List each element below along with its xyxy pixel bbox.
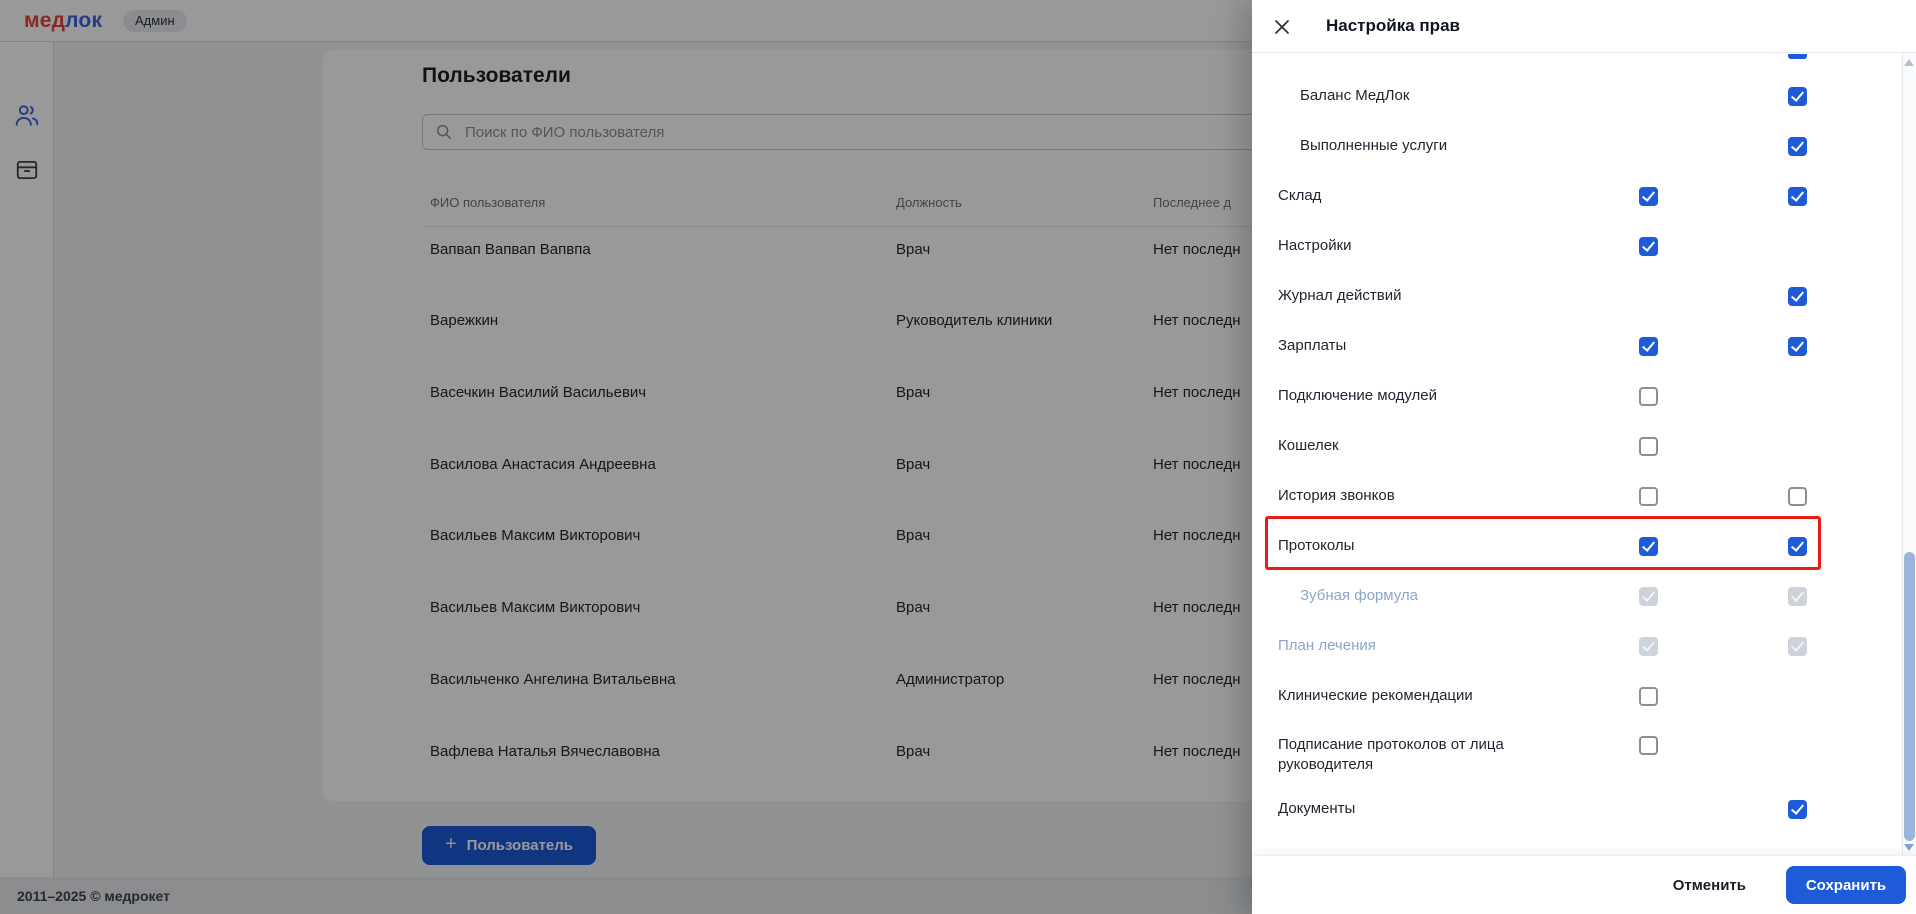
permission-checkbox-col1[interactable] <box>1638 386 1658 406</box>
permission-checkbox-col1[interactable] <box>1638 186 1658 206</box>
permission-checkbox-col2[interactable] <box>1787 336 1807 356</box>
permission-label: Подключение модулей <box>1278 387 1438 404</box>
permission-label: Склад <box>1278 187 1322 204</box>
permission-label: Документы <box>1278 800 1356 817</box>
permission-checkbox-col1[interactable] <box>1638 686 1658 706</box>
permission-checkbox-col2[interactable] <box>1787 186 1807 206</box>
permission-label: План лечения <box>1278 637 1376 654</box>
permission-checkbox-col2[interactable] <box>1787 286 1807 306</box>
permission-checkbox-col2[interactable] <box>1787 136 1807 156</box>
permission-label: Протоколы <box>1278 537 1355 554</box>
permission-checkbox-col1 <box>1638 636 1658 656</box>
permission-label: Зарплаты <box>1278 337 1347 354</box>
permission-label: Настройки <box>1278 237 1352 254</box>
modal-scrollbar-track[interactable] <box>1902 53 1916 855</box>
permission-label: Клинические рекомендации <box>1278 687 1473 704</box>
permission-checkbox-col2[interactable] <box>1787 486 1807 506</box>
permission-checkbox-col1 <box>1638 586 1658 606</box>
scroll-down-arrow-icon[interactable] <box>1904 844 1914 851</box>
permission-checkbox-col2 <box>1787 586 1807 606</box>
permission-checkbox-col1[interactable] <box>1638 735 1658 755</box>
close-button[interactable] <box>1272 17 1292 37</box>
modal-footer: Отменить Сохранить <box>1252 855 1916 914</box>
save-button[interactable]: Сохранить <box>1786 866 1906 904</box>
permission-checkbox-col1[interactable] <box>1638 486 1658 506</box>
cancel-button[interactable]: Отменить <box>1673 877 1746 894</box>
close-icon <box>1272 20 1292 41</box>
permission-label: История звонков <box>1278 487 1395 504</box>
permission-label: Кошелек <box>1278 437 1339 454</box>
permission-checkbox-col1[interactable] <box>1638 336 1658 356</box>
permission-checkbox-col2[interactable] <box>1787 536 1807 556</box>
permission-checkbox-col1[interactable] <box>1638 236 1658 256</box>
permission-checkbox-col1[interactable] <box>1638 436 1658 456</box>
permission-label: Журнал действий <box>1278 287 1402 304</box>
rights-settings-modal: Настройка прав Баланс МедЛок Выполненные … <box>1252 0 1916 914</box>
scroll-up-arrow-icon[interactable] <box>1904 59 1914 66</box>
modal-scrollbar-thumb[interactable] <box>1903 552 1915 841</box>
permission-label: Подписание протоколов от лица руководите… <box>1278 736 1504 773</box>
permission-label: Выполненные услуги <box>1300 137 1448 154</box>
permission-checkbox-col1[interactable] <box>1638 536 1658 556</box>
permission-label: Зубная формула <box>1300 587 1419 604</box>
permission-checkbox-col2 <box>1787 54 1807 59</box>
permissions-list: Баланс МедЛок Выполненные услуги Склад Наст… <box>1252 53 1916 855</box>
permission-checkbox-col2[interactable] <box>1787 799 1807 819</box>
permission-label: Баланс МедЛок <box>1300 87 1410 104</box>
permission-checkbox-col2[interactable] <box>1787 86 1807 106</box>
modal-title: Настройка прав <box>1326 16 1460 35</box>
modal-header: Настройка прав <box>1252 0 1916 53</box>
permission-checkbox-col2 <box>1787 636 1807 656</box>
